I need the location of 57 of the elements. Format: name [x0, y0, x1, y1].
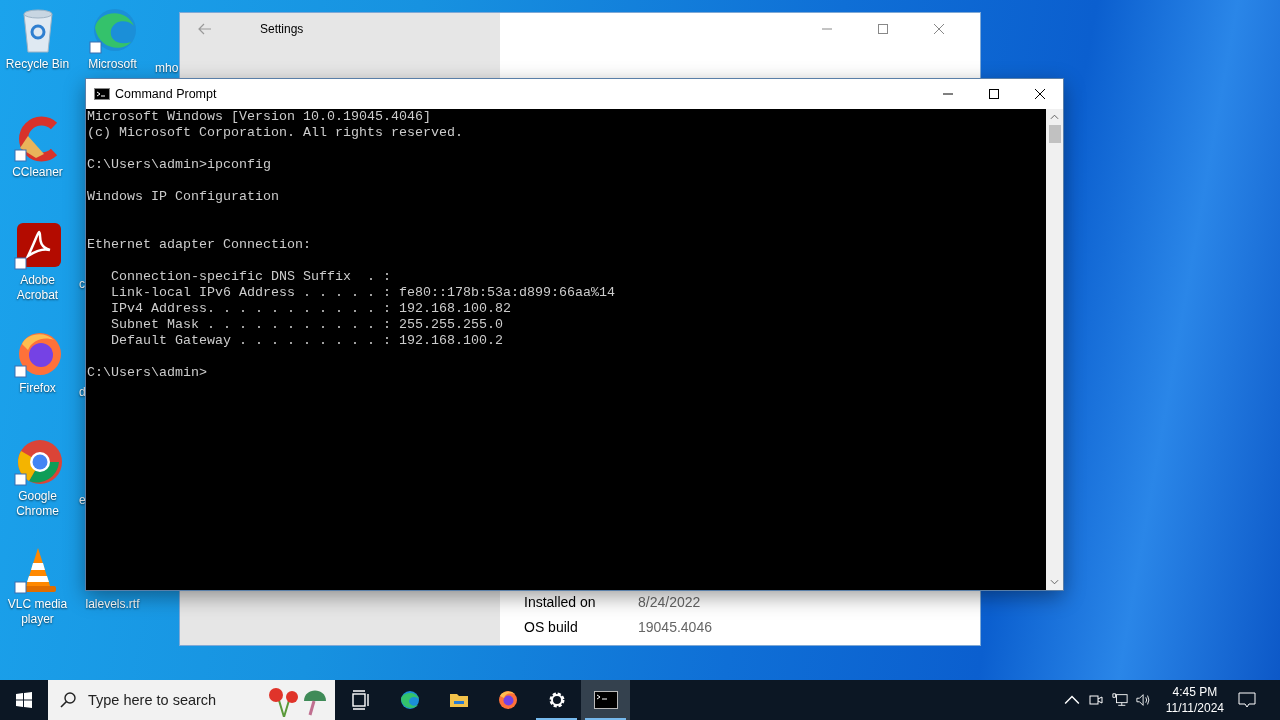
icon-label: d: [79, 385, 86, 400]
window-title: Command Prompt: [115, 87, 217, 101]
scroll-down-icon[interactable]: [1050, 579, 1059, 585]
icon-label: Recycle Bin: [5, 57, 70, 72]
console-line: Subnet Mask . . . . . . . . . . . : 255.255.255.0: [110, 317, 504, 333]
clock-date[interactable]: 11/11/2024: [1165, 700, 1224, 716]
windows-logo-icon[interactable]: [16, 692, 32, 708]
icon-label: CCleaner: [12, 165, 63, 180]
console-line: Connection-specific DNS Suffix . :: [110, 269, 392, 285]
scrollbar[interactable]: [1046, 109, 1063, 590]
console-line: C:\Users\admin>: [87, 365, 208, 381]
edge-icon: [399, 690, 420, 710]
window-title: Settings: [260, 22, 304, 36]
console-line: Windows IP Configuration: [87, 189, 280, 205]
console-icon: [593, 691, 618, 709]
close-icon[interactable]: [934, 24, 944, 34]
info-value: 8/24/2022: [638, 593, 701, 610]
close-icon: [1035, 89, 1045, 99]
firefox-icon: [497, 690, 518, 710]
network-icon[interactable]: [1111, 692, 1128, 708]
firefox-icon[interactable]: [13, 330, 62, 378]
info-label: Installed on: [524, 593, 597, 610]
scroll-up-icon[interactable]: [1050, 114, 1059, 120]
icon-label: Google Chrome: [15, 489, 60, 519]
info-value: 19045.4046: [638, 618, 712, 635]
clock-time[interactable]: 4:45 PM: [1172, 684, 1218, 700]
search-field[interactable]: Type here to search: [86, 691, 260, 709]
icon-label: VLC media player: [6, 597, 69, 627]
notification-icon[interactable]: [1238, 692, 1256, 708]
console-line: Link-local IPv6 Address . . . . . : fe80::178b:53a:d899:66aa%14: [110, 285, 616, 301]
search-box[interactable]: Type here to search: [48, 680, 335, 720]
acrobat-icon[interactable]: [13, 222, 62, 270]
chrome-icon[interactable]: [13, 438, 62, 486]
camera-icon[interactable]: [1087, 692, 1104, 708]
icon-label: mho: [155, 61, 179, 76]
scroll-thumb[interactable]: [1048, 125, 1061, 143]
console-line: Default Gateway . . . . . . . . . : 192.168.100.2: [110, 333, 504, 349]
icon-label: Adobe Acrobat: [15, 273, 60, 303]
console-line: (c) Microsoft Corporation. All rights reserved.: [87, 125, 464, 141]
console-line: IPv4 Address. . . . . . . . . . . : 192.168.100.82: [110, 301, 512, 317]
edge-icon[interactable]: [88, 6, 137, 54]
console-line: C:\Users\admin>ipconfig: [87, 157, 272, 173]
icon-label: e: [79, 493, 86, 508]
task-view-icon: [350, 690, 371, 710]
icon-label: Firefox: [19, 381, 56, 396]
search-icon: [60, 692, 76, 708]
volume-icon[interactable]: [1135, 692, 1152, 708]
maximize-icon: [989, 89, 999, 99]
info-label: OS build: [524, 618, 579, 635]
icon-label: lalevels.rtf: [85, 597, 140, 612]
icon-label: c: [79, 277, 85, 292]
console-line: Microsoft Windows [Version 10.0.19045.4046]: [87, 109, 432, 125]
icon-label: Microsoft: [88, 57, 137, 72]
maximize-icon[interactable]: [878, 24, 888, 34]
console-icon: [94, 88, 110, 100]
console-line: Ethernet adapter Connection:: [87, 237, 312, 253]
taskbar-app[interactable]: [581, 680, 630, 720]
